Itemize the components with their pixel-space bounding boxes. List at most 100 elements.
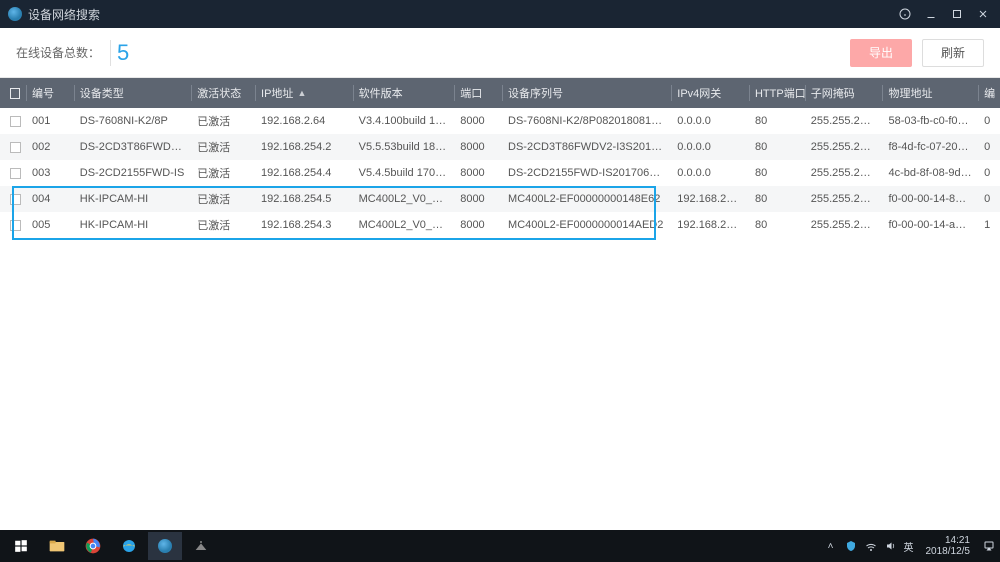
cell-status: 已激活 <box>191 191 255 207</box>
cell-gateway: 192.168.254.1 <box>671 193 749 205</box>
export-button[interactable]: 导出 <box>850 39 912 67</box>
cell-http: 80 <box>749 141 805 153</box>
volume-icon[interactable] <box>884 539 898 553</box>
clock-date: 2018/12/5 <box>926 546 971 557</box>
notifications-icon[interactable] <box>982 539 996 553</box>
cell-status: 已激活 <box>191 139 255 155</box>
cell-mac: 58-03-fb-c0-f0-a8 <box>882 115 978 127</box>
maximize-icon[interactable] <box>948 5 966 23</box>
col-last[interactable]: 编 <box>978 78 1000 108</box>
refresh-button[interactable]: 刷新 <box>922 39 984 67</box>
row-checkbox[interactable] <box>10 116 21 127</box>
table-row[interactable]: 003DS-2CD2155FWD-IS已激活192.168.254.4V5.4.… <box>0 160 1000 186</box>
window-title: 设备网络搜索 <box>28 6 100 23</box>
cell-id: 003 <box>26 167 74 179</box>
cell-version: MC400L2_V0_BU_G... <box>353 219 455 231</box>
cell-id: 002 <box>26 141 74 153</box>
cell-port: 8000 <box>454 115 502 127</box>
taskbar: ˄ 英 14:21 2018/12/5 <box>0 530 1000 562</box>
chrome-icon[interactable] <box>76 532 110 560</box>
table-row[interactable]: 004HK-IPCAM-HI已激活192.168.254.5MC400L2_V0… <box>0 186 1000 212</box>
cell-port: 8000 <box>454 167 502 179</box>
other-app-icon[interactable] <box>184 532 218 560</box>
cell-mac: f0-00-00-14-ae-d2 <box>882 219 978 231</box>
col-id[interactable]: 编号 <box>26 78 74 108</box>
close-icon[interactable] <box>974 5 992 23</box>
clock-time: 14:21 <box>926 535 971 546</box>
table-body: 001DS-7608NI-K2/8P已激活192.168.2.64V3.4.10… <box>0 108 1000 238</box>
cell-type: HK-IPCAM-HI <box>74 193 192 205</box>
col-version[interactable]: 软件版本 <box>353 78 455 108</box>
cell-serial: DS-2CD3T86FWDV2-I3S20181119A... <box>502 141 671 153</box>
col-mac[interactable]: 物理地址 <box>882 78 978 108</box>
cell-ip: 192.168.2.64 <box>255 115 353 127</box>
current-app-icon[interactable] <box>148 532 182 560</box>
tray-chevron-icon[interactable]: ˄ <box>824 539 838 553</box>
cell-mask: 255.255.255.0 <box>805 219 883 231</box>
cell-http: 80 <box>749 167 805 179</box>
row-checkbox[interactable] <box>10 168 21 179</box>
file-explorer-icon[interactable] <box>40 532 74 560</box>
cell-gateway: 0.0.0.0 <box>671 167 749 179</box>
cell-version: V5.4.5build 170124 <box>353 167 455 179</box>
cell-type: DS-2CD2155FWD-IS <box>74 167 192 179</box>
cell-type: DS-2CD3T86FWDV2-I3S <box>74 141 192 153</box>
cell-id: 004 <box>26 193 74 205</box>
cell-port: 8000 <box>454 141 502 153</box>
cell-gateway: 192.168.254.1 <box>671 219 749 231</box>
online-count-value: 5 <box>110 40 129 66</box>
cell-port: 8000 <box>454 193 502 205</box>
cell-mask: 255.255.255.0 <box>805 115 883 127</box>
col-serial[interactable]: 设备序列号 <box>502 78 671 108</box>
cell-id: 005 <box>26 219 74 231</box>
cell-version: V5.5.53build 180622 <box>353 141 455 153</box>
col-status[interactable]: 激活状态 <box>191 78 255 108</box>
cell-type: DS-7608NI-K2/8P <box>74 115 192 127</box>
col-http[interactable]: HTTP端口 <box>749 78 805 108</box>
cell-status: 已激活 <box>191 217 255 233</box>
row-checkbox[interactable] <box>10 220 21 231</box>
info-icon[interactable] <box>896 5 914 23</box>
cell-type: HK-IPCAM-HI <box>74 219 192 231</box>
cell-serial: MC400L2-EF00000000148E62 <box>502 193 671 205</box>
row-checkbox[interactable] <box>10 142 21 153</box>
minimize-icon[interactable] <box>922 5 940 23</box>
cell-gateway: 0.0.0.0 <box>671 141 749 153</box>
cell-version: V3.4.100build 1806... <box>353 115 455 127</box>
cell-last: 0 <box>978 115 1000 127</box>
row-checkbox[interactable] <box>10 194 21 205</box>
ie-icon[interactable] <box>112 532 146 560</box>
ime-indicator[interactable]: 英 <box>904 539 914 554</box>
col-port[interactable]: 端口 <box>454 78 502 108</box>
table-row[interactable]: 001DS-7608NI-K2/8P已激活192.168.2.64V3.4.10… <box>0 108 1000 134</box>
col-gateway[interactable]: IPv4网关 <box>671 78 749 108</box>
sort-asc-icon: ▲ <box>297 88 306 98</box>
col-mask[interactable]: 子网掩码 <box>805 78 883 108</box>
cell-port: 8000 <box>454 219 502 231</box>
cell-status: 已激活 <box>191 113 255 129</box>
cell-ip: 192.168.254.5 <box>255 193 353 205</box>
security-icon[interactable] <box>844 539 858 553</box>
table-row[interactable]: 005HK-IPCAM-HI已激活192.168.254.3MC400L2_V0… <box>0 212 1000 238</box>
cell-mask: 255.255.255.0 <box>805 141 883 153</box>
select-all-checkbox[interactable] <box>10 88 20 99</box>
col-ip[interactable]: IP地址▲ <box>255 78 353 108</box>
app-window: 设备网络搜索 在线设备总数： 5 导出 刷新 编号 设备类型 激活状态 IP地址… <box>0 0 1000 530</box>
online-count-label: 在线设备总数： <box>16 44 100 61</box>
cell-last: 1 <box>978 219 1000 231</box>
cell-id: 001 <box>26 115 74 127</box>
cell-http: 80 <box>749 115 805 127</box>
network-icon[interactable] <box>864 539 878 553</box>
table-header: 编号 设备类型 激活状态 IP地址▲ 软件版本 端口 设备序列号 IPv4网关 … <box>0 78 1000 108</box>
cell-mask: 255.255.255.0 <box>805 193 883 205</box>
col-type[interactable]: 设备类型 <box>74 78 192 108</box>
table-row[interactable]: 002DS-2CD3T86FWDV2-I3S已激活192.168.254.2V5… <box>0 134 1000 160</box>
titlebar: 设备网络搜索 <box>0 0 1000 28</box>
start-button[interactable] <box>4 532 38 560</box>
cell-last: 0 <box>978 167 1000 179</box>
cell-gateway: 0.0.0.0 <box>671 115 749 127</box>
cell-ip: 192.168.254.3 <box>255 219 353 231</box>
cell-http: 80 <box>749 219 805 231</box>
cell-last: 0 <box>978 141 1000 153</box>
clock[interactable]: 14:21 2018/12/5 <box>920 535 977 557</box>
